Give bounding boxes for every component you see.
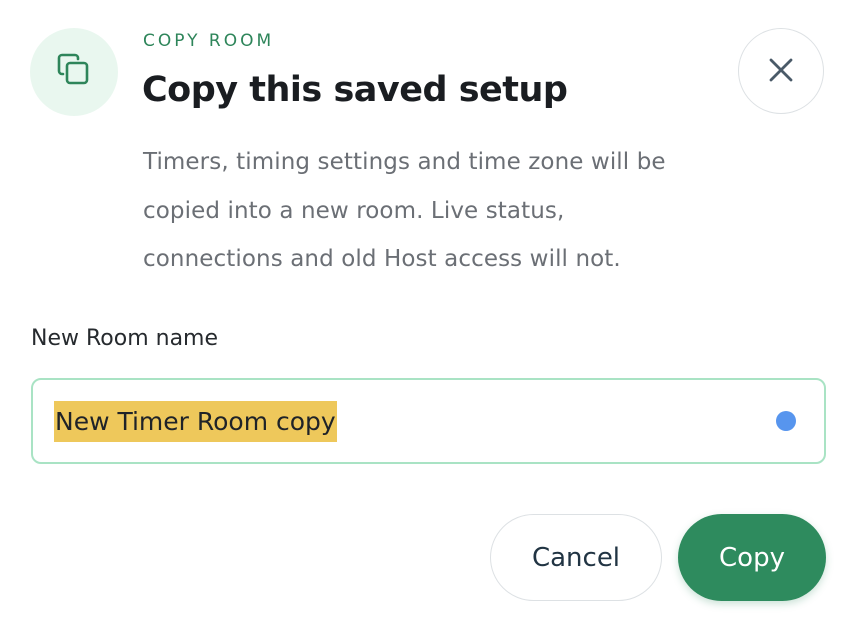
dialog-title: Copy this saved setup — [142, 70, 568, 110]
copy-button[interactable]: Copy — [678, 514, 826, 601]
close-icon — [766, 55, 796, 88]
copy-icon-badge — [30, 28, 118, 116]
input-status-dot — [776, 411, 796, 431]
room-name-input[interactable]: New Timer Room copy — [31, 378, 826, 464]
close-button[interactable] — [738, 28, 824, 114]
copy-icon — [54, 50, 94, 94]
dialog-description: Timers, timing settings and time zone wi… — [143, 149, 666, 272]
room-name-label: New Room name — [31, 326, 219, 351]
room-name-value[interactable]: New Timer Room copy — [54, 401, 337, 442]
dialog-eyebrow: COPY ROOM — [143, 31, 275, 51]
cancel-button[interactable]: Cancel — [490, 514, 662, 601]
